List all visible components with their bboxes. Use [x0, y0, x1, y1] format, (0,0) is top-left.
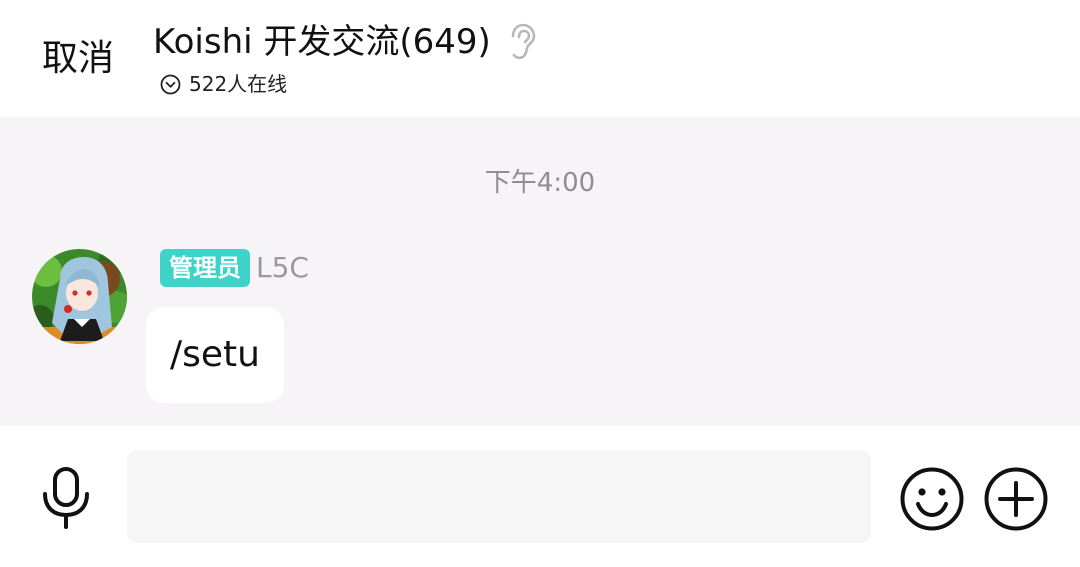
smiley-icon[interactable]: [899, 466, 965, 532]
message-input[interactable]: [127, 450, 871, 543]
input-bar: [0, 426, 1080, 567]
admin-badge: 管理员: [160, 249, 250, 287]
avatar[interactable]: [32, 249, 127, 344]
sender-name[interactable]: L5C: [256, 249, 309, 287]
cancel-button[interactable]: 取消: [42, 36, 114, 82]
message-list[interactable]: 下午4:00 管理员 L5C /setu: [0, 117, 1080, 426]
ear-icon[interactable]: [507, 23, 537, 61]
message-bubble[interactable]: /setu: [146, 307, 284, 403]
chat-screen: 取消 Koishi 开发交流(649) 522人在线 下午4:00 管理员 L5…: [0, 0, 1080, 567]
message-timestamp: 下午4:00: [484, 168, 596, 198]
plus-circle-icon[interactable]: [983, 466, 1049, 532]
chevron-down-circle-icon: [160, 74, 181, 95]
online-count: 522人在线: [189, 72, 288, 96]
header-bar: 取消 Koishi 开发交流(649) 522人在线: [0, 0, 1080, 117]
message-meta: 管理员 L5C: [160, 249, 309, 287]
title-row: Koishi 开发交流(649): [153, 20, 537, 64]
group-title: Koishi 开发交流(649): [153, 22, 491, 62]
microphone-icon[interactable]: [38, 466, 94, 530]
online-status-row[interactable]: 522人在线: [160, 70, 287, 98]
